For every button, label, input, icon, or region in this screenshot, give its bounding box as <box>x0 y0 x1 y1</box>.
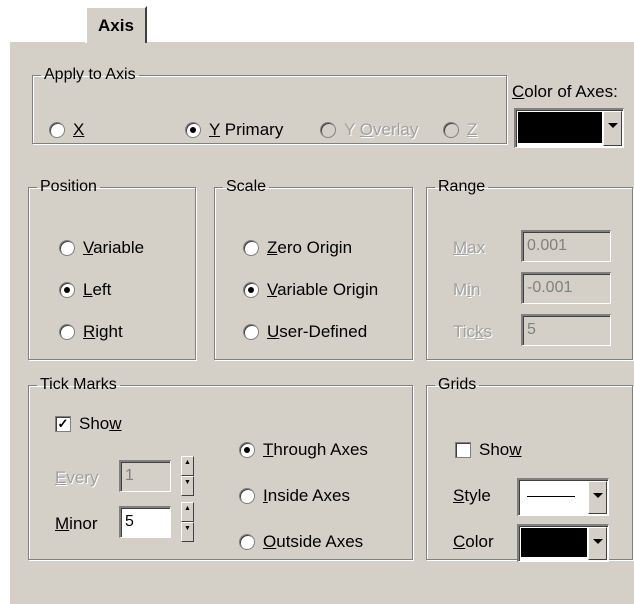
radio-position-variable[interactable]: Variable <box>59 238 144 258</box>
tick-marks-legend: Tick Marks <box>40 376 117 393</box>
radio-ticks-outside-axes-label: Outside Axes <box>263 532 364 551</box>
grids-show-label: Show <box>479 440 522 459</box>
color-of-axes-dropdown[interactable] <box>514 108 624 148</box>
tick-marks-group: Tick Marks ✓ Show Every 1 ▲ ▼ Minor 5 ▲ … <box>28 376 413 560</box>
tab-axis-label: Axis <box>98 16 134 35</box>
position-legend: Position <box>40 178 97 195</box>
chevron-down-icon[interactable] <box>588 527 607 560</box>
radio-scale-user-defined-label: User-Defined <box>267 322 368 341</box>
grids-color-label: Color <box>453 532 494 551</box>
radio-ticks-through-axes[interactable]: Through Axes <box>239 440 368 460</box>
radio-scale-zero-origin[interactable]: Zero Origin <box>243 238 352 258</box>
range-min-label: Min <box>453 280 481 299</box>
tick-marks-every-label: Every <box>55 468 99 487</box>
range-min-input[interactable]: -0.001 <box>521 272 611 304</box>
grids-style-dropdown[interactable] <box>517 478 609 516</box>
radio-axis-y-overlay-label: Y Overlay <box>344 120 419 139</box>
radio-axis-y-overlay-circle[interactable] <box>320 122 336 138</box>
radio-position-left[interactable]: Left <box>59 280 111 300</box>
radio-scale-user-defined[interactable]: User-Defined <box>243 322 367 342</box>
radio-scale-variable-origin-label: Variable Origin <box>267 280 379 299</box>
spin-up-icon[interactable]: ▲ <box>181 502 194 522</box>
radio-ticks-outside-axes-circle[interactable] <box>239 534 255 550</box>
spin-down-icon[interactable]: ▼ <box>181 522 194 542</box>
radio-ticks-through-axes-circle[interactable] <box>239 442 255 458</box>
radio-axis-y-overlay[interactable]: Y Overlay <box>320 120 418 140</box>
radio-scale-variable-origin[interactable]: Variable Origin <box>243 280 378 300</box>
axis-settings-panel: Apply to Axis X Y Primary Y Overlay Z Co… <box>8 40 634 604</box>
color-of-axes-label: Color of Axes: <box>512 82 618 101</box>
radio-axis-z-circle[interactable] <box>443 122 459 138</box>
radio-axis-x-label: X <box>73 120 85 139</box>
tick-marks-every-input[interactable]: 1 <box>119 460 171 492</box>
grids-color-dropdown[interactable] <box>517 524 609 562</box>
radio-axis-y-primary[interactable]: Y Primary <box>185 120 283 140</box>
apply-to-axis-legend: Apply to Axis <box>44 66 136 83</box>
grids-show-checkbox[interactable]: Show <box>455 440 522 460</box>
grids-group: Grids Show Style Color <box>426 376 633 562</box>
radio-ticks-outside-axes[interactable]: Outside Axes <box>239 532 363 552</box>
scale-group: Scale Zero Origin Variable Origin User-D… <box>214 178 413 360</box>
checkmark-icon[interactable]: ✓ <box>55 416 71 432</box>
radio-ticks-through-axes-label: Through Axes <box>263 440 368 459</box>
radio-axis-z[interactable]: Z <box>443 120 477 140</box>
radio-scale-user-defined-circle[interactable] <box>243 324 259 340</box>
radio-ticks-inside-axes[interactable]: Inside Axes <box>239 486 350 506</box>
chevron-down-icon[interactable] <box>588 481 607 514</box>
radio-ticks-inside-axes-label: Inside Axes <box>263 486 350 505</box>
spin-down-icon[interactable]: ▼ <box>181 476 194 496</box>
color-of-axes-swatch <box>518 112 602 143</box>
position-group: Position Variable Left Right <box>28 178 196 360</box>
radio-position-right-label: Right <box>83 322 123 341</box>
range-group: Range Max 0.001 Min -0.001 Ticks 5 <box>426 178 633 360</box>
radio-position-right[interactable]: Right <box>59 322 123 342</box>
radio-axis-x-circle[interactable] <box>49 122 65 138</box>
tick-marks-minor-input[interactable]: 5 <box>119 506 171 538</box>
radio-scale-zero-origin-label: Zero Origin <box>267 238 353 257</box>
radio-axis-y-primary-circle[interactable] <box>185 122 201 138</box>
range-ticks-label: Ticks <box>453 322 493 341</box>
radio-position-left-circle[interactable] <box>59 282 75 298</box>
range-legend: Range <box>438 178 486 195</box>
range-max-label: Max <box>453 238 486 257</box>
grids-style-label: Style <box>453 486 491 505</box>
scale-legend: Scale <box>226 178 267 195</box>
radio-scale-variable-origin-circle[interactable] <box>243 282 259 298</box>
tab-strip: Axis <box>0 0 634 43</box>
radio-position-variable-label: Variable <box>83 238 145 257</box>
line-style-solid-icon <box>527 496 575 497</box>
tick-marks-show-checkbox[interactable]: ✓ Show <box>55 414 122 434</box>
grids-color-swatch <box>521 528 587 557</box>
tab-axis[interactable]: Axis <box>85 6 147 43</box>
radio-axis-x[interactable]: X <box>49 120 84 140</box>
radio-position-left-label: Left <box>83 280 112 299</box>
radio-position-right-circle[interactable] <box>59 324 75 340</box>
grids-show-box[interactable] <box>455 442 471 458</box>
radio-ticks-inside-axes-circle[interactable] <box>239 488 255 504</box>
tick-marks-show-label: Show <box>79 414 122 433</box>
range-ticks-input[interactable]: 5 <box>521 314 611 346</box>
chevron-down-icon[interactable] <box>603 111 622 146</box>
radio-scale-zero-origin-circle[interactable] <box>243 240 259 256</box>
radio-position-variable-circle[interactable] <box>59 240 75 256</box>
tick-marks-minor-label: Minor <box>55 514 98 533</box>
radio-axis-y-primary-label: Y Primary <box>209 120 284 139</box>
spin-up-icon[interactable]: ▲ <box>181 456 194 476</box>
range-max-input[interactable]: 0.001 <box>521 230 611 262</box>
grids-legend: Grids <box>438 376 477 393</box>
radio-axis-z-label: Z <box>467 120 478 139</box>
apply-to-axis-group: Apply to Axis X Y Primary Y Overlay Z <box>32 66 507 144</box>
